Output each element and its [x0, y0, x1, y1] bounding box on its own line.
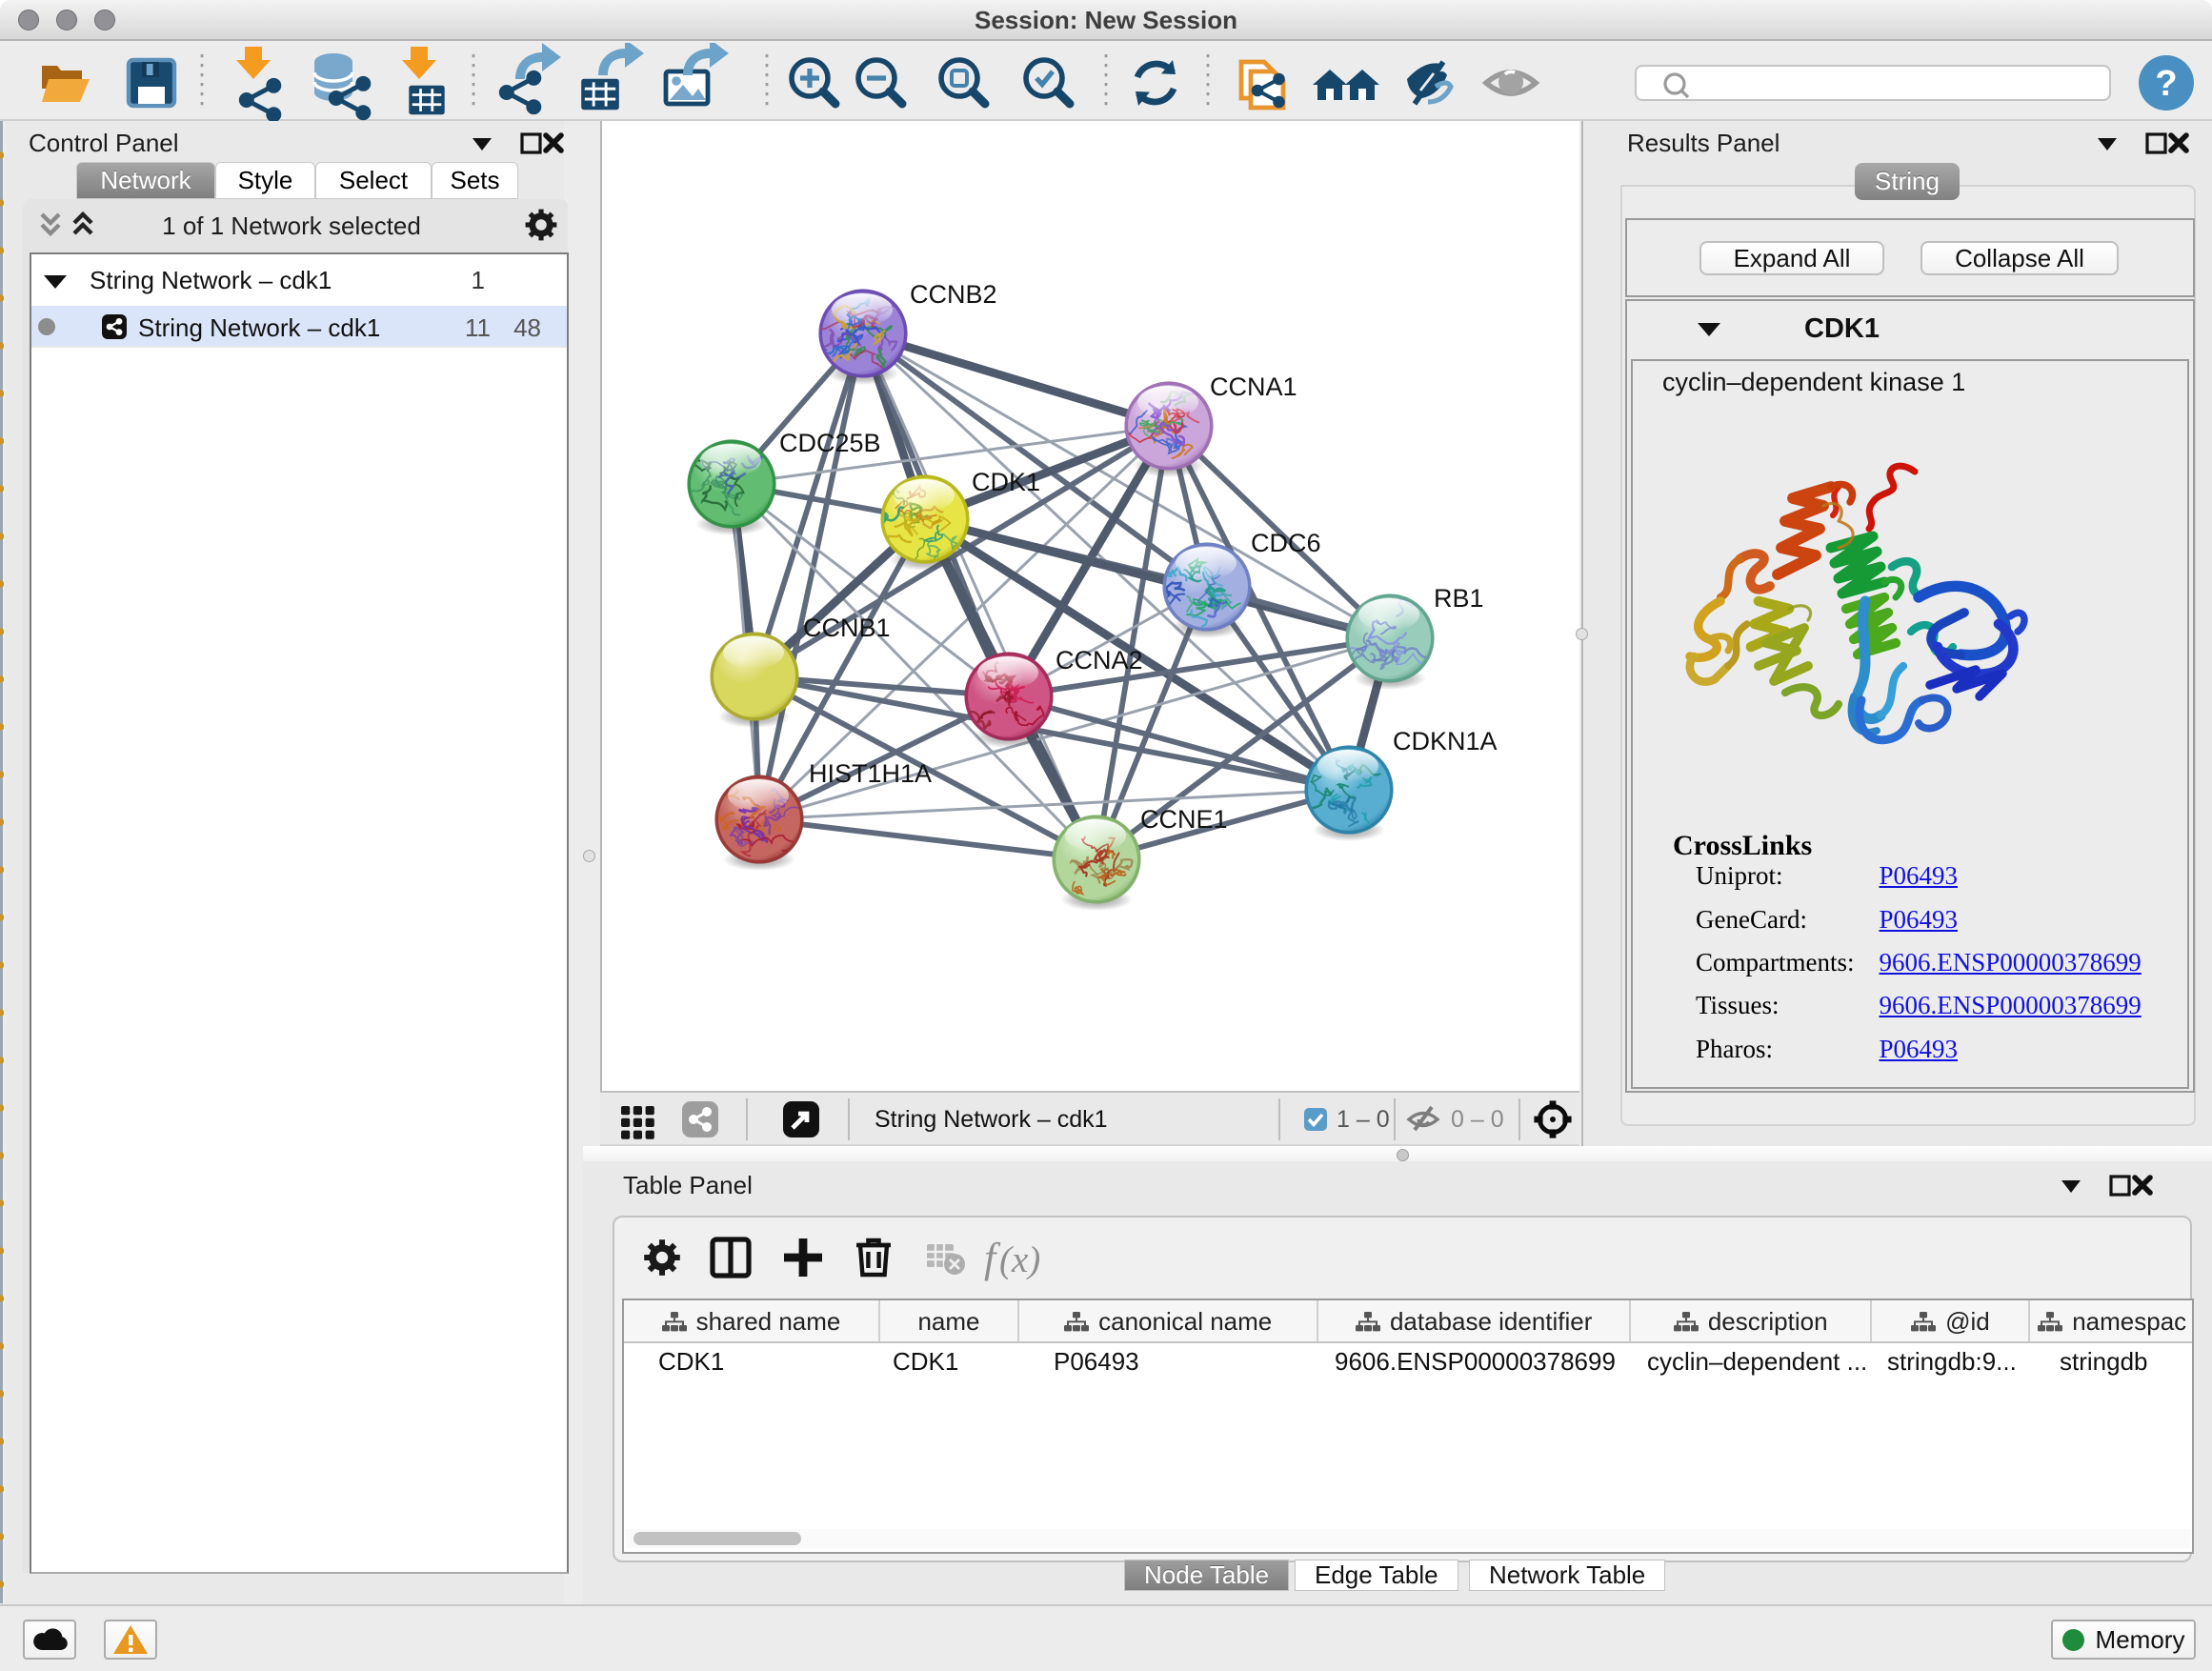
svg-text:RB1: RB1 [1434, 584, 1484, 613]
svg-text:CCNE1: CCNE1 [1140, 805, 1228, 834]
svg-text:?: ? [2155, 64, 2177, 104]
svg-text:1 – 0: 1 – 0 [1337, 1106, 1390, 1133]
svg-text:CDC25B: CDC25B [779, 429, 881, 457]
svg-text:(x): (x) [999, 1239, 1040, 1280]
svg-text:CDKN1A: CDKN1A [1393, 727, 1498, 755]
svg-text:CCNB2: CCNB2 [910, 280, 997, 309]
svg-text:CDC6: CDC6 [1251, 529, 1321, 557]
svg-text:CCNB1: CCNB1 [803, 614, 891, 642]
svg-text:1 of 1 Network selected: 1 of 1 Network selected [162, 211, 421, 240]
svg-text:CDK1: CDK1 [972, 468, 1040, 496]
svg-text:0 – 0: 0 – 0 [1451, 1106, 1504, 1133]
svg-text:String Network – cdk1: String Network – cdk1 [875, 1106, 1108, 1133]
svg-text:CCNA1: CCNA1 [1210, 372, 1297, 401]
svg-text:HIST1H1A: HIST1H1A [809, 759, 932, 788]
svg-text:CCNA2: CCNA2 [1056, 646, 1143, 674]
